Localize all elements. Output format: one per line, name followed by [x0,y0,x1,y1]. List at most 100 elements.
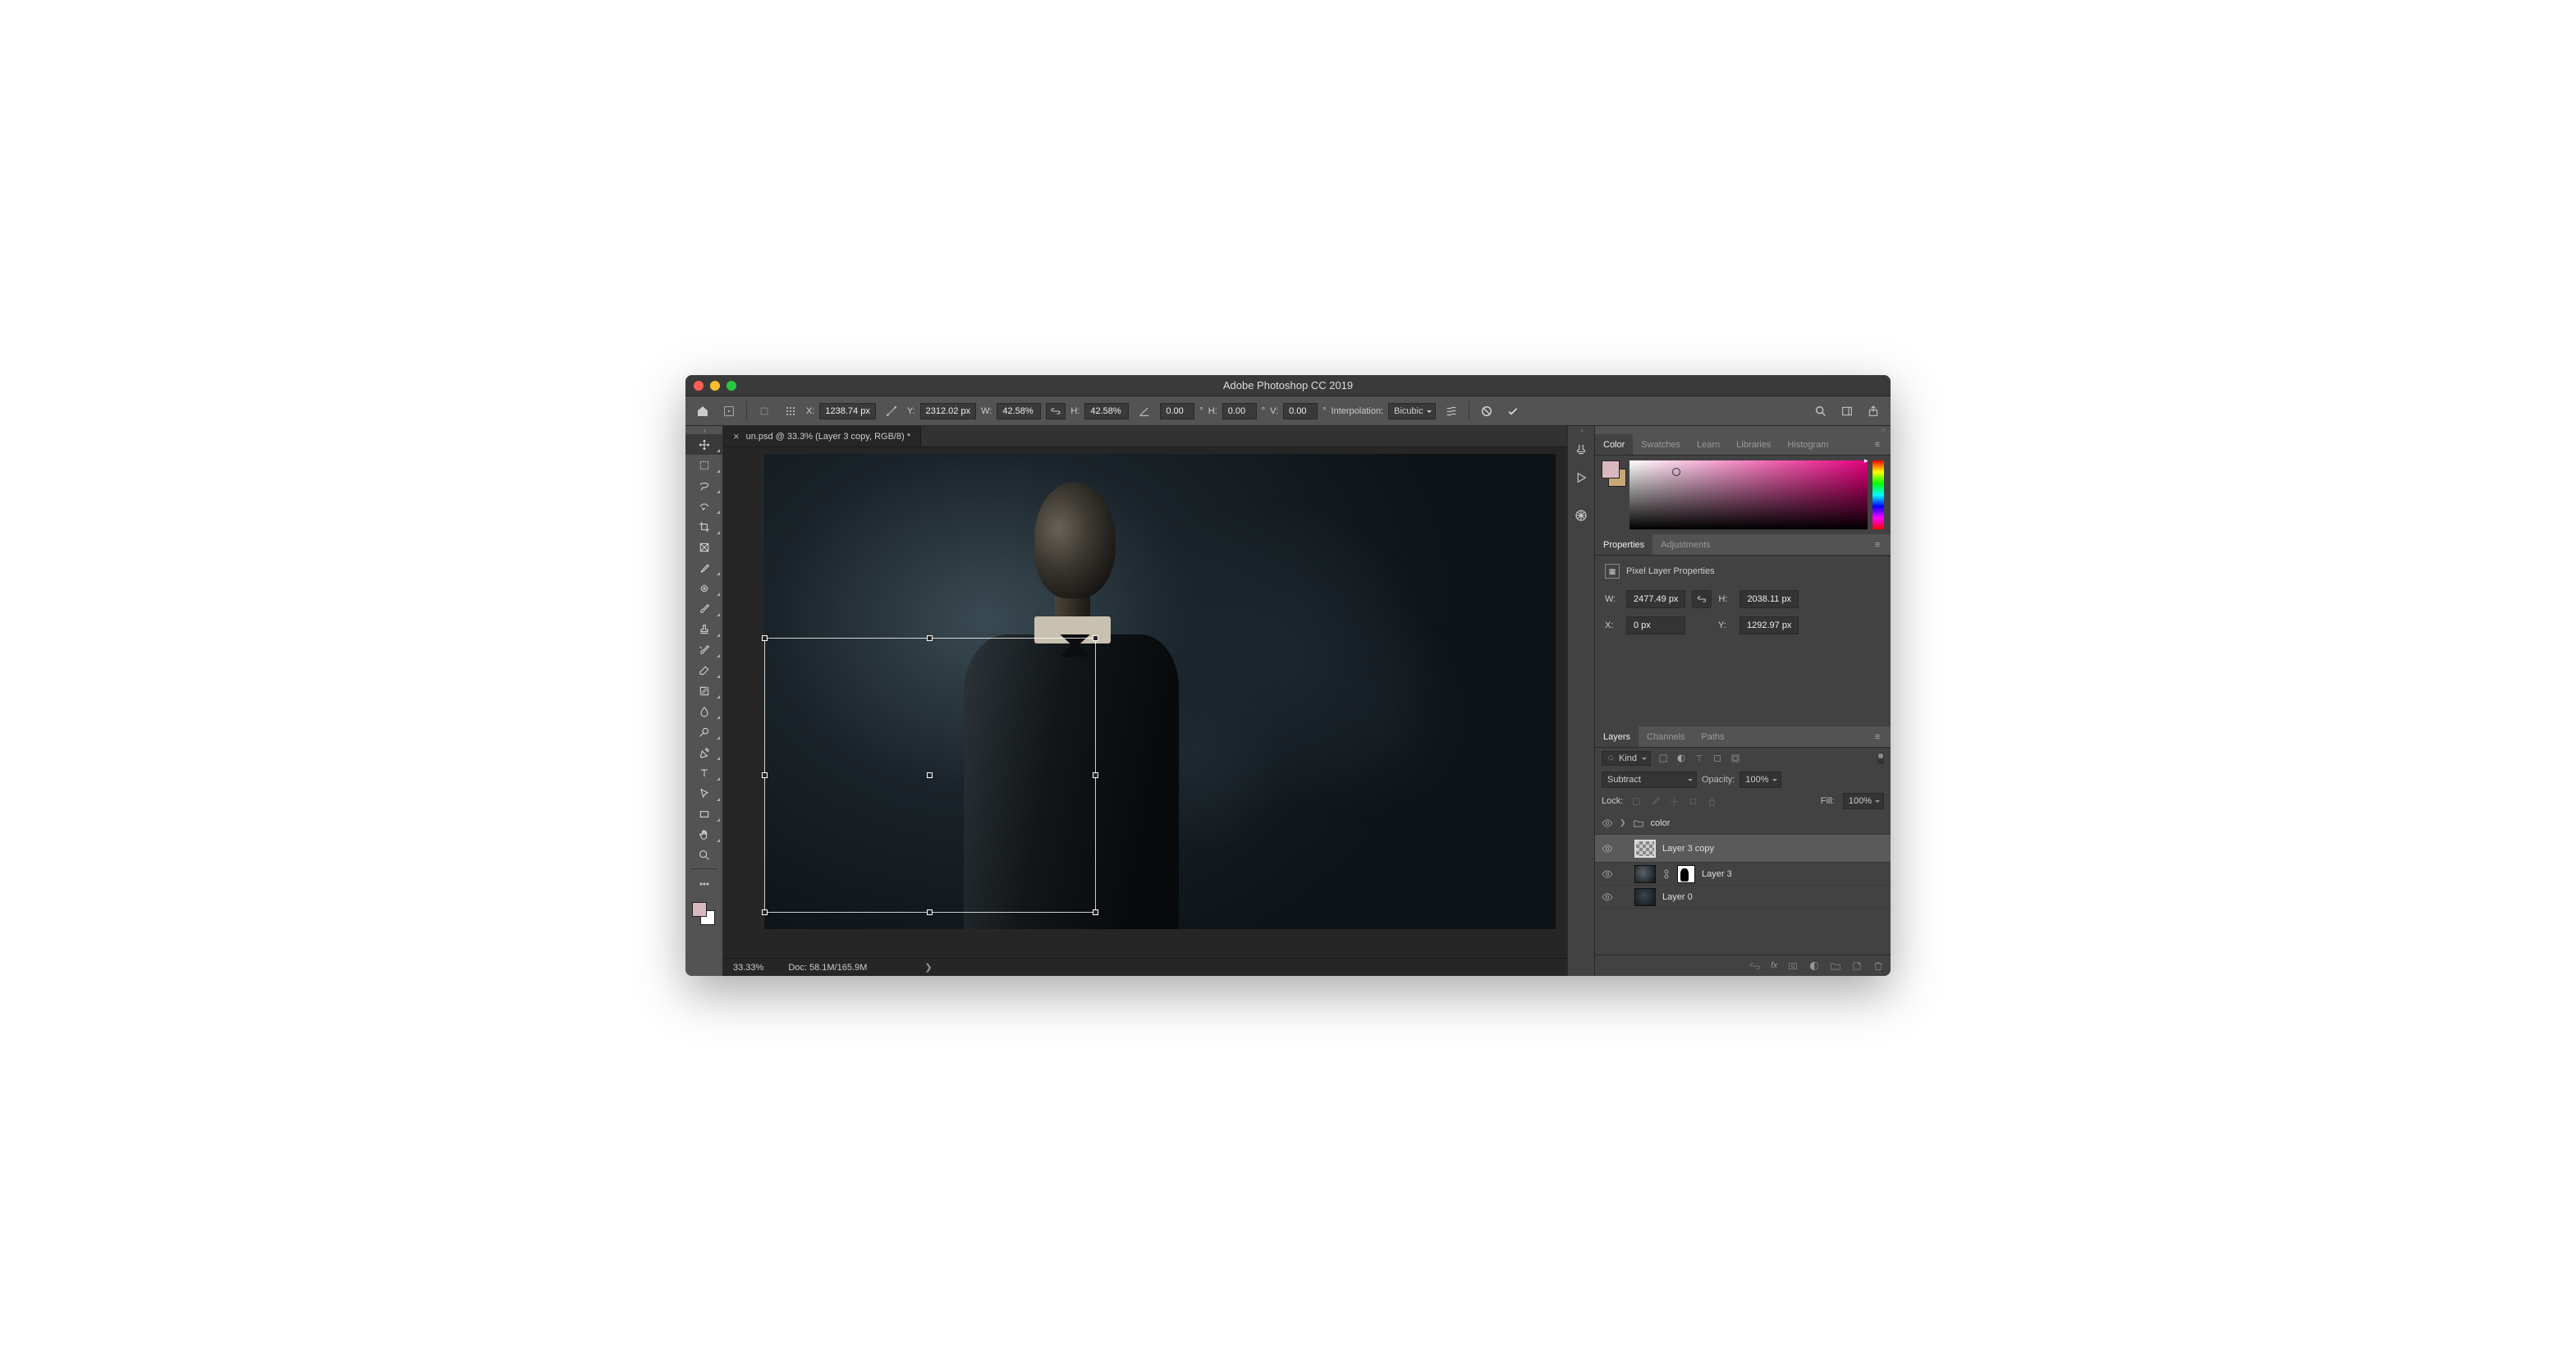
x-field[interactable]: 1238.74 px [819,403,875,419]
status-menu-icon[interactable]: ❯ [924,962,932,973]
ref-point-toggle[interactable] [754,401,775,422]
y-field[interactable]: 2312.02 px [920,403,976,419]
actions-play-icon[interactable] [1568,465,1594,490]
layer-name[interactable]: color [1651,818,1671,828]
fill-field[interactable]: 100% [1843,793,1884,809]
tab-channels[interactable]: Channels [1639,726,1693,747]
opacity-field[interactable]: 100% [1739,772,1781,788]
lock-all-icon[interactable] [1707,796,1717,807]
transform-handle-bm[interactable] [927,909,933,915]
path-select-tool[interactable] [685,783,722,804]
color-panel-swatches[interactable] [1602,460,1625,529]
filter-pixel-icon[interactable] [1657,753,1669,764]
skew-v-field[interactable]: 0.00 [1283,403,1318,419]
brush-tool[interactable] [685,598,722,619]
visibility-toggle[interactable] [1602,868,1613,880]
layer-row-selected[interactable]: Layer 3 copy [1595,835,1891,863]
crop-tool[interactable] [685,516,722,537]
tab-layers[interactable]: Layers [1595,726,1639,747]
transform-bounding-box[interactable] [764,638,1096,913]
color-panel-menu-icon[interactable]: ≡ [1869,434,1886,455]
blur-tool[interactable] [685,701,722,721]
zoom-tool[interactable] [685,845,722,865]
tab-learn[interactable]: Learn [1689,434,1728,455]
tab-swatches[interactable]: Swatches [1633,434,1689,455]
navigator-icon[interactable] [1568,503,1594,528]
pen-tool[interactable] [685,742,722,763]
visibility-toggle[interactable] [1602,891,1613,903]
hue-slider[interactable] [1872,460,1884,529]
transform-handle-mr[interactable] [1093,772,1098,778]
aspect-link-icon[interactable] [1046,403,1066,419]
eraser-tool[interactable] [685,660,722,680]
layer-name[interactable]: Layer 0 [1662,892,1693,902]
prop-y-field[interactable]: 1292.97 px [1739,616,1799,634]
tools-collapse-handle[interactable] [685,426,722,434]
zoom-level[interactable]: 33.33% [733,963,763,973]
color-indicator[interactable] [1672,468,1680,476]
h-field[interactable]: 42.58% [1084,403,1129,419]
filter-shape-icon[interactable] [1712,753,1723,764]
layer-thumbnail[interactable] [1634,840,1656,858]
delete-layer-icon[interactable] [1872,960,1884,972]
transform-handle-tm[interactable] [927,635,933,641]
layer-mask-thumbnail[interactable] [1677,865,1695,883]
eyedropper-tool[interactable] [685,557,722,578]
workspace-icon[interactable] [1836,401,1858,422]
quick-select-tool[interactable] [685,496,722,516]
transform-handle-tr[interactable] [1093,635,1098,641]
brush-settings-icon[interactable] [1568,437,1594,462]
close-window-button[interactable] [694,381,704,391]
disclosure-icon[interactable]: ❯ [1620,818,1626,827]
filter-adjust-icon[interactable] [1675,753,1687,764]
interp-select[interactable]: Bicubic [1388,403,1435,419]
color-swatches[interactable] [685,900,722,928]
stamp-tool[interactable] [685,619,722,639]
tab-color[interactable]: Color [1595,434,1633,455]
close-tab-icon[interactable]: × [733,430,740,442]
transform-center[interactable] [927,772,933,778]
layer-row-group[interactable]: ❯ color [1595,812,1891,835]
gradient-tool[interactable] [685,680,722,701]
add-mask-icon[interactable] [1787,960,1799,972]
mask-link-icon[interactable] [1662,865,1671,883]
prop-w-field[interactable]: 2477.49 px [1626,590,1685,608]
commit-transform-icon[interactable] [1502,401,1524,422]
tab-libraries[interactable]: Libraries [1728,434,1779,455]
frame-tool[interactable] [685,537,722,557]
foreground-swatch[interactable] [692,902,707,917]
ref-point-grid[interactable] [780,401,801,422]
hand-tool[interactable] [685,824,722,845]
lock-artboard-icon[interactable] [1688,796,1698,807]
layer-filter-kind[interactable]: Kind [1602,751,1651,766]
tab-adjustments[interactable]: Adjustments [1652,534,1719,555]
expand-panels-handle[interactable] [1568,426,1594,434]
prop-h-field[interactable]: 2038.11 px [1739,590,1799,608]
layer-row[interactable]: Layer 3 [1595,863,1891,886]
panels-collapse-handle[interactable]: ›› [1595,426,1891,434]
new-adjustment-icon[interactable] [1808,960,1820,972]
layer-fx-icon[interactable]: fx [1771,961,1777,970]
home-icon[interactable] [692,401,713,422]
history-brush-tool[interactable] [685,639,722,660]
layer-thumbnail[interactable] [1634,865,1656,883]
lock-transparent-icon[interactable] [1631,796,1642,807]
prop-link-icon[interactable] [1692,590,1712,608]
color-field[interactable] [1629,460,1868,529]
healing-tool[interactable] [685,578,722,598]
layer-row[interactable]: Layer 0 [1595,886,1891,909]
swap-xy-icon[interactable] [881,401,902,422]
lasso-tool[interactable] [685,475,722,496]
visibility-toggle[interactable] [1602,817,1613,829]
canvas-viewport[interactable] [723,447,1567,958]
visibility-toggle[interactable] [1602,843,1613,854]
move-tool[interactable] [685,434,722,455]
filter-toggle[interactable] [1877,753,1884,764]
filter-type-icon[interactable] [1694,753,1705,764]
minimize-window-button[interactable] [710,381,720,391]
transform-ref-icon[interactable] [718,401,740,422]
properties-panel-menu-icon[interactable]: ≡ [1869,534,1886,555]
type-tool[interactable] [685,763,722,783]
marquee-tool[interactable] [685,455,722,475]
warp-icon[interactable] [1441,401,1462,422]
